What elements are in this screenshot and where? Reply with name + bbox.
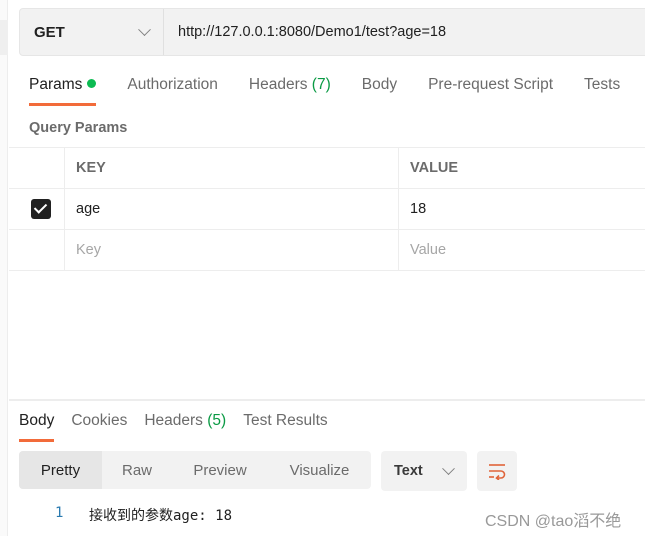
column-key: KEY (65, 148, 399, 188)
sidebar-strip (0, 0, 8, 536)
tab-pre-request-script[interactable]: Pre-request Script (428, 76, 553, 106)
watermark: CSDN @tao滔不绝 (485, 513, 622, 530)
query-params-title: Query Params (29, 120, 128, 136)
tab-params[interactable]: Params (29, 76, 97, 106)
method-select[interactable]: GET (20, 9, 164, 55)
headers-count: (7) (311, 76, 331, 93)
params-table: KEY VALUE age 18 Key Value (9, 147, 645, 271)
url-input[interactable]: http://127.0.0.1:8080/Demo1/test?age=18 (164, 9, 446, 55)
wrap-lines-icon (489, 464, 506, 480)
view-mode-group: Pretty Raw Preview Visualize (19, 451, 371, 489)
tab-authorization[interactable]: Authorization (127, 76, 217, 106)
table-row: age 18 (9, 189, 645, 230)
new-value-input[interactable]: Value (399, 230, 645, 270)
tab-test-results[interactable]: Test Results (243, 412, 327, 442)
tab-response-body[interactable]: Body (19, 412, 55, 442)
tab-tests[interactable]: Tests (584, 76, 620, 106)
format-label: Text (394, 463, 423, 479)
view-pretty-button[interactable]: Pretty (19, 451, 102, 489)
response-body-line: 1 接收到的参数age: 18 (55, 505, 232, 525)
method-label: GET (34, 23, 65, 41)
view-preview-button[interactable]: Preview (172, 451, 268, 489)
tab-body[interactable]: Body (362, 76, 397, 106)
chevron-down-icon (138, 22, 151, 36)
line-number: 1 (55, 505, 64, 521)
request-tabs: Params Authorization Headers (7) Body Pr… (29, 76, 645, 106)
table-row-new: Key Value (9, 230, 645, 271)
response-text: 接收到的参数age: 18 (89, 508, 233, 524)
tab-response-headers[interactable]: Headers (5) (144, 412, 226, 442)
params-active-dot-icon (87, 79, 97, 88)
response-headers-count: (5) (207, 412, 227, 429)
format-select[interactable]: Text (381, 451, 467, 491)
view-raw-button[interactable]: Raw (102, 451, 172, 489)
param-value-input[interactable]: 18 (399, 189, 645, 229)
chevron-down-icon (442, 461, 455, 475)
table-header: KEY VALUE (9, 148, 645, 189)
wrap-lines-button[interactable] (477, 451, 517, 491)
response-pane-divider[interactable] (9, 399, 645, 401)
new-key-input[interactable]: Key (65, 230, 399, 270)
request-bar: GET http://127.0.0.1:8080/Demo1/test?age… (19, 8, 645, 56)
column-value: VALUE (410, 160, 459, 176)
tab-cookies[interactable]: Cookies (71, 412, 127, 442)
param-enabled-checkbox[interactable] (31, 199, 51, 219)
view-visualize-button[interactable]: Visualize (268, 451, 371, 489)
response-tabs: Body Cookies Headers (5) Test Results (19, 412, 345, 442)
param-key-input[interactable]: age (65, 189, 399, 229)
tab-headers[interactable]: Headers (7) (249, 76, 331, 106)
sidebar-selected-item[interactable] (0, 20, 8, 55)
